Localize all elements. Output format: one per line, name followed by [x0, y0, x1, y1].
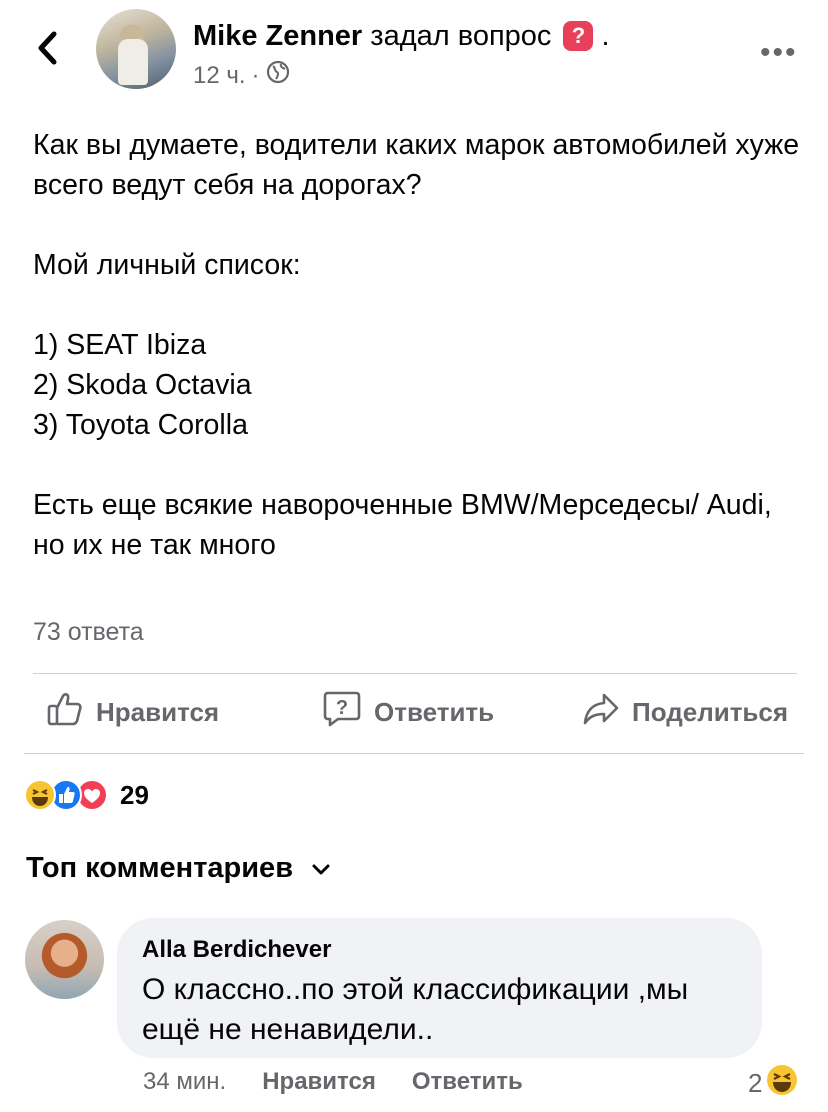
action-text: задал вопрос — [370, 20, 552, 52]
commenter-avatar[interactable] — [25, 920, 104, 999]
more-icon[interactable]: ••• — [760, 36, 798, 70]
question-badge-icon: ? — [563, 21, 594, 51]
post-paragraph: 3) Toyota Corolla — [33, 409, 248, 441]
svg-text:?: ? — [336, 697, 348, 719]
post-paragraph: Есть еще всякие навороченные BMW/Мерседе… — [33, 489, 772, 561]
post-header: Mike Zenner задал вопрос ? . 12 ч. · ••• — [0, 0, 828, 100]
share-label: Поделиться — [632, 697, 789, 727]
post-paragraph: Мой личный список: — [33, 249, 301, 281]
post-paragraph — [33, 205, 803, 245]
post-paragraph — [33, 285, 803, 325]
author-avatar[interactable] — [96, 9, 176, 89]
globe-icon — [266, 60, 290, 91]
haha-reaction-icon — [24, 779, 56, 811]
post-paragraph: 2) Skoda Octavia — [33, 369, 252, 401]
comment-actions: 34 мин. Нравится Ответить — [143, 1068, 559, 1096]
divider — [24, 753, 804, 754]
answer-label: Ответить — [374, 697, 495, 727]
author-name[interactable]: Mike Zenner — [193, 20, 362, 52]
chevron-down-icon — [311, 852, 331, 885]
trailing-dot: . — [601, 20, 610, 52]
post-time[interactable]: 12 ч. — [193, 62, 246, 90]
reactions-summary[interactable]: 29 — [24, 778, 149, 812]
comment-reaction-count: 2 — [748, 1068, 763, 1098]
comment-bubble: Alla Berdichever О классно..по этой клас… — [117, 918, 762, 1058]
question-bubble-icon: ? — [322, 690, 362, 735]
comment-reactions[interactable]: 2 — [748, 1064, 798, 1103]
comment-reply-button[interactable]: Ответить — [412, 1068, 523, 1096]
post-paragraph: Как вы думаете, водители каких марок авт… — [33, 129, 800, 201]
meta-separator: · — [251, 61, 260, 89]
post-meta: 12 ч. · — [193, 60, 290, 91]
post-paragraph: 1) SEAT Ibiza — [33, 329, 207, 361]
haha-reaction-icon — [766, 1064, 798, 1103]
thumbs-up-icon — [46, 690, 84, 735]
share-button[interactable]: Поделиться — [582, 690, 788, 735]
comment-text: О классно..по этой классификации ,мы ещё… — [142, 973, 689, 1046]
answer-button[interactable]: ? Ответить — [322, 690, 494, 735]
comment-author[interactable]: Alla Berdichever — [142, 936, 331, 964]
post-body: Как вы думаете, водители каких марок авт… — [33, 125, 803, 565]
like-label: Нравится — [96, 697, 220, 727]
comment-time[interactable]: 34 мин. — [143, 1068, 226, 1096]
reactions-count: 29 — [120, 779, 149, 810]
comments-sort-label: Топ комментариев — [26, 852, 294, 884]
back-chevron-icon[interactable] — [30, 26, 66, 70]
author-line: Mike Zenner задал вопрос ? . — [193, 18, 610, 54]
divider — [33, 673, 797, 674]
like-button[interactable]: Нравится — [46, 690, 219, 735]
action-bar: Нравится ? Ответить Поделиться — [0, 690, 828, 742]
comments-sort-dropdown[interactable]: Топ комментариев — [26, 852, 331, 885]
share-arrow-icon — [582, 690, 620, 735]
answers-count[interactable]: 73 ответа — [33, 618, 144, 647]
post-paragraph — [33, 445, 803, 485]
comment-like-button[interactable]: Нравится — [262, 1068, 376, 1096]
